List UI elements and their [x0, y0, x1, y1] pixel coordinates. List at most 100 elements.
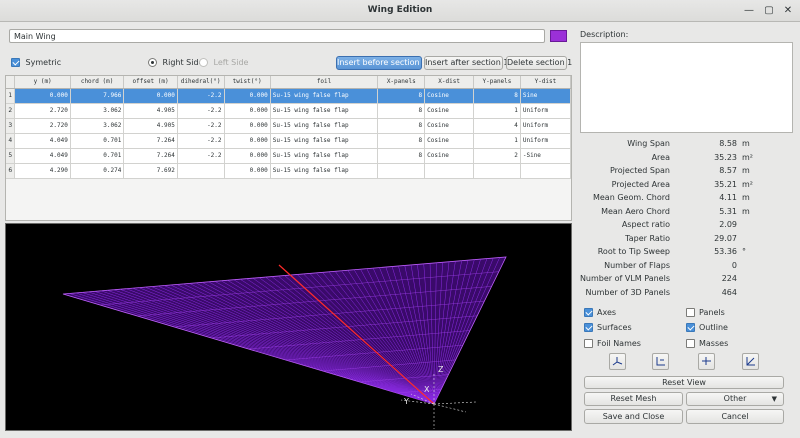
cell-ydist[interactable] [520, 163, 571, 179]
table-row[interactable]: 3 2.720 3.062 4.905 -2.2 0.000 Su-15 wing fals… [6, 118, 571, 134]
cell-foil[interactable]: Su-15 wing false flap [270, 88, 379, 104]
cell-offset[interactable]: 0.000 [123, 88, 178, 104]
right-side-radio[interactable]: Right Side [148, 58, 203, 67]
cell-offset[interactable]: 4.905 [123, 118, 178, 134]
cell-dihedral[interactable] [177, 163, 225, 179]
cell-xdist[interactable]: Cosine [424, 103, 475, 119]
save-close-button[interactable]: Save and Close [584, 409, 683, 424]
cell-foil[interactable]: Su-15 wing false flap [270, 148, 379, 164]
cell-xpanels[interactable] [377, 163, 426, 179]
cell-offset[interactable]: 4.905 [123, 103, 178, 119]
row-header[interactable]: 1 [6, 88, 16, 104]
table-row[interactable]: 5 4.049 0.701 7.264 -2.2 0.000 Su-15 wing fals… [6, 148, 571, 164]
cell-twist[interactable]: 0.000 [224, 133, 271, 149]
cell-ydist[interactable]: Uniform [520, 118, 571, 134]
cell-twist[interactable]: 0.000 [224, 148, 271, 164]
cell-y[interactable]: 0.000 [14, 88, 71, 104]
cell-ypanels[interactable]: 4 [473, 118, 521, 134]
surfaces-checkbox[interactable]: Surfaces [584, 323, 632, 332]
cell-offset[interactable]: 7.264 [123, 148, 178, 164]
axes-checkbox[interactable]: Axes [584, 308, 616, 317]
col-header[interactable]: dihedral(°) [177, 76, 225, 89]
insert-before-button[interactable]: Insert before section 1 [336, 56, 427, 70]
cell-xdist[interactable] [424, 163, 475, 179]
foil-names-check-box[interactable] [584, 339, 593, 348]
cell-twist[interactable]: 0.000 [224, 88, 271, 104]
cell-chord[interactable]: 0.274 [70, 163, 125, 179]
sections-table[interactable]: y (m) chord (m) offset (m) dihedral(°) t… [5, 75, 572, 221]
row-header[interactable]: 3 [6, 118, 16, 134]
table-row[interactable]: 2 2.720 3.062 4.905 -2.2 0.000 Su-15 wing fals… [6, 103, 571, 119]
masses-check-box[interactable] [686, 339, 695, 348]
cell-chord[interactable]: 0.701 [70, 133, 125, 149]
panels-check-box[interactable] [686, 308, 695, 317]
row-header[interactable]: 2 [6, 103, 16, 119]
cell-ypanels[interactable]: 1 [473, 133, 521, 149]
col-header[interactable]: Y-panels [473, 76, 521, 89]
cell-ydist[interactable]: Uniform [520, 133, 571, 149]
cell-xdist[interactable]: Cosine [424, 148, 475, 164]
row-header[interactable]: 4 [6, 133, 16, 149]
wing-color-swatch[interactable] [550, 30, 567, 42]
foil-names-checkbox[interactable]: Foil Names [584, 339, 641, 348]
cell-xdist[interactable]: Cosine [424, 118, 475, 134]
view-iso-icon[interactable] [609, 353, 626, 370]
cell-ydist[interactable]: Sine [520, 88, 571, 104]
outline-check-box[interactable] [686, 323, 695, 332]
sections-grid[interactable]: y (m) chord (m) offset (m) dihedral(°) t… [6, 76, 571, 193]
masses-checkbox[interactable]: Masses [686, 339, 728, 348]
table-row[interactable]: 1 0.000 7.966 0.000 -2.2 0.000 Su-15 wing fals… [6, 88, 571, 104]
row-header[interactable]: 5 [6, 148, 16, 164]
cell-xpanels[interactable]: 8 [377, 148, 426, 164]
wing-3d-view[interactable]: Z X Y [5, 223, 572, 431]
cell-ypanels[interactable] [473, 163, 521, 179]
col-header[interactable]: Y-dist [520, 76, 571, 89]
cell-dihedral[interactable]: -2.2 [177, 118, 225, 134]
cell-xdist[interactable]: Cosine [424, 88, 475, 104]
col-header[interactable]: y (m) [14, 76, 71, 89]
other-dropdown[interactable]: Other ▼ [686, 392, 784, 406]
symmetric-check-box[interactable] [11, 58, 20, 67]
cell-y[interactable]: 4.290 [14, 163, 71, 179]
left-side-radio-dot[interactable] [199, 58, 208, 67]
cell-dihedral[interactable]: -2.2 [177, 133, 225, 149]
cell-y[interactable]: 4.049 [14, 148, 71, 164]
col-header[interactable]: X-panels [377, 76, 426, 89]
view-front-icon[interactable] [698, 353, 715, 370]
cell-chord[interactable]: 7.966 [70, 88, 125, 104]
col-header[interactable]: offset (m) [123, 76, 178, 89]
description-textarea[interactable] [580, 42, 793, 133]
cell-y[interactable]: 4.049 [14, 133, 71, 149]
cell-xpanels[interactable]: 8 [377, 133, 426, 149]
cell-twist[interactable]: 0.000 [224, 163, 271, 179]
cancel-button[interactable]: Cancel [686, 409, 784, 424]
cell-y[interactable]: 2.720 [14, 103, 71, 119]
cell-ypanels[interactable]: 2 [473, 148, 521, 164]
cell-ypanels[interactable]: 8 [473, 88, 521, 104]
view-top-icon[interactable] [652, 353, 669, 370]
left-side-radio[interactable]: Left Side [199, 58, 248, 67]
table-row[interactable]: 6 4.290 0.274 7.692 0.000 Su-15 wing false fl… [6, 163, 571, 179]
close-icon[interactable]: ✕ [781, 4, 795, 18]
cell-xpanels[interactable]: 8 [377, 118, 426, 134]
cell-dihedral[interactable]: -2.2 [177, 103, 225, 119]
cell-chord[interactable]: 3.062 [70, 103, 125, 119]
reset-mesh-button[interactable]: Reset Mesh [584, 392, 683, 406]
cell-ydist[interactable]: Uniform [520, 103, 571, 119]
maximize-icon[interactable]: ▢ [762, 4, 776, 18]
insert-after-button[interactable]: Insert after section 1 [424, 56, 508, 70]
wing-name-input[interactable]: Main Wing [9, 29, 545, 43]
view-side-icon[interactable] [742, 353, 759, 370]
cell-y[interactable]: 2.720 [14, 118, 71, 134]
reset-view-button[interactable]: Reset View [584, 376, 784, 389]
right-side-radio-dot[interactable] [148, 58, 157, 67]
cell-foil[interactable]: Su-15 wing false flap [270, 103, 379, 119]
col-header[interactable]: foil [270, 76, 379, 89]
cell-offset[interactable]: 7.692 [123, 163, 178, 179]
cell-foil[interactable]: Su-15 wing false flap [270, 133, 379, 149]
panels-checkbox[interactable]: Panels [686, 308, 725, 317]
axes-check-box[interactable] [584, 308, 593, 317]
cell-foil[interactable]: Su-15 wing false flap [270, 118, 379, 134]
cell-xdist[interactable]: Cosine [424, 133, 475, 149]
cell-offset[interactable]: 7.264 [123, 133, 178, 149]
